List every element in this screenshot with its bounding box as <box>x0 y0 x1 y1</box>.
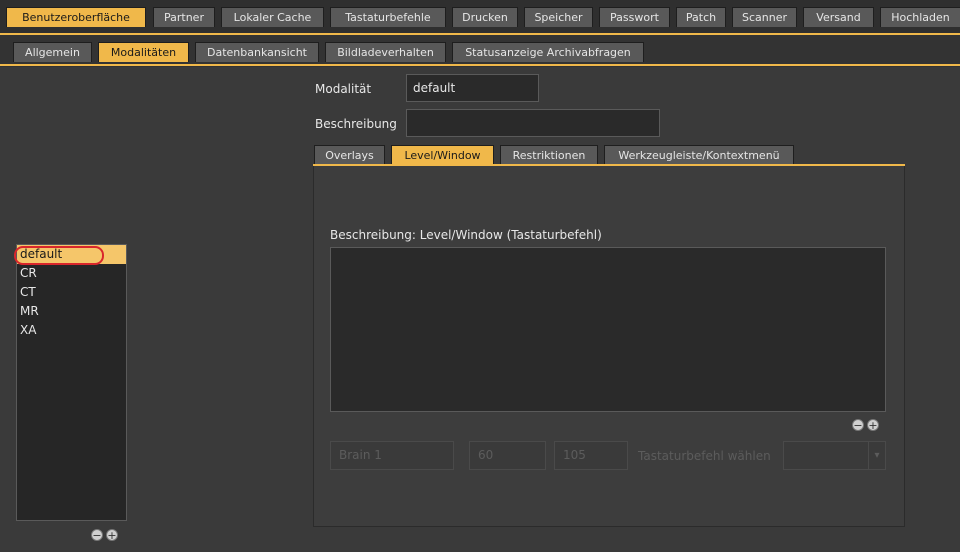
window-field: 105 <box>554 441 628 470</box>
modality-field[interactable]: default <box>406 74 539 102</box>
level-field: 60 <box>469 441 546 470</box>
highlight-ring <box>14 246 104 265</box>
tab-drucken[interactable]: Drucken <box>452 7 518 27</box>
level-window-panel: Beschreibung: Level/Window (Tastaturbefe… <box>313 166 905 527</box>
description-field[interactable] <box>406 109 660 137</box>
tab-scanner[interactable]: Scanner <box>732 7 797 27</box>
tab-tastaturbefehle[interactable]: Tastaturbefehle <box>330 7 446 27</box>
panel-caption: Beschreibung: Level/Window (Tastaturbefe… <box>330 228 602 242</box>
shortcut-label: Tastaturbefehl wählen <box>638 449 771 463</box>
tab-overlays[interactable]: Overlays <box>314 145 385 165</box>
tab-restriktionen[interactable]: Restriktionen <box>500 145 598 165</box>
modality-label: Modalität <box>315 82 372 96</box>
preset-name-field: Brain 1 <box>330 441 454 470</box>
tab-bildladeverhalten[interactable]: Bildladeverhalten <box>325 42 446 62</box>
list-item[interactable]: MR <box>17 302 126 321</box>
tab-hochladen[interactable]: Hochladen <box>880 7 960 27</box>
level-window-entries-list[interactable] <box>330 247 886 412</box>
tab-modalitaeten[interactable]: Modalitäten <box>98 42 189 62</box>
tab-benutzeroberflaeche[interactable]: Benutzeroberfläche <box>6 7 146 27</box>
shortcut-select: ▾ <box>783 441 886 470</box>
sub-tab-accent-line <box>0 64 960 66</box>
tab-partner[interactable]: Partner <box>153 7 215 27</box>
list-item[interactable]: default <box>14 245 126 265</box>
top-tab-bar: Benutzeroberfläche Partner Lokaler Cache… <box>0 0 960 34</box>
tab-speicher[interactable]: Speicher <box>524 7 593 27</box>
tab-datenbankansicht[interactable]: Datenbankansicht <box>195 42 319 62</box>
tab-versand[interactable]: Versand <box>803 7 874 27</box>
tab-passwort[interactable]: Passwort <box>599 7 670 27</box>
list-item[interactable]: CT <box>17 283 126 302</box>
sub-tab-bar: Allgemein Modalitäten Datenbankansicht B… <box>0 35 960 67</box>
tab-allgemein[interactable]: Allgemein <box>13 42 92 62</box>
tab-level-window[interactable]: Level/Window <box>391 145 494 165</box>
chevron-down-icon: ▾ <box>868 442 885 469</box>
remove-modality-button[interactable]: − <box>91 529 103 541</box>
remove-entry-button[interactable]: − <box>852 419 864 431</box>
tab-patch[interactable]: Patch <box>676 7 726 27</box>
list-item[interactable]: XA <box>17 321 126 340</box>
tab-statusanzeige-archivabfragen[interactable]: Statusanzeige Archivabfragen <box>452 42 644 62</box>
list-item[interactable]: CR <box>17 264 126 283</box>
modality-list[interactable]: default CR CT MR XA <box>14 244 127 521</box>
tab-lokaler-cache[interactable]: Lokaler Cache <box>221 7 324 27</box>
tab-werkzeugleiste-kontextmenue[interactable]: Werkzeugleiste/Kontextmenü <box>604 145 794 165</box>
add-entry-button[interactable]: + <box>867 419 879 431</box>
add-modality-button[interactable]: + <box>106 529 118 541</box>
description-label: Beschreibung <box>315 117 397 131</box>
